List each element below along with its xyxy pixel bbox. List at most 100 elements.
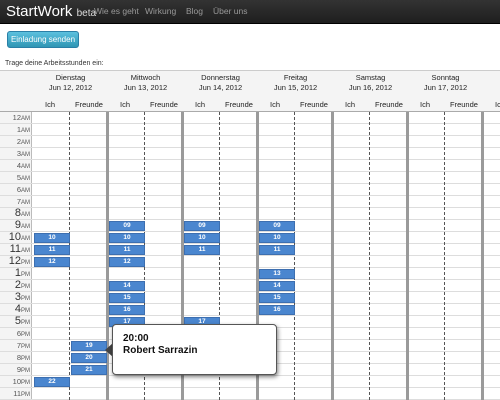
hour-label: 1AM [0,125,32,134]
booked-slot[interactable]: 16 [109,305,145,315]
day-header-date: Jun 13, 2012 [123,83,168,92]
top-navbar: StartWork beta Wie es geht Wirkung Blog … [0,0,500,24]
hour-label: 3AM [0,149,32,158]
column-label-friends: Freunde [450,100,478,109]
booked-slot[interactable]: 16 [259,305,295,315]
hour-row-line [0,375,500,376]
booked-slot[interactable]: 14 [259,281,295,291]
hour-ampm: PM [21,368,30,374]
column-label-friends: Freunde [150,100,178,109]
column-label-me: Ich [495,100,500,109]
hour-label: 11PM [0,389,32,398]
hour-number: 11 [9,243,21,255]
hour-label: 4PM [0,303,32,315]
booked-slot[interactable]: 10 [34,233,70,243]
nav-link-about[interactable]: Über uns [213,6,248,17]
hour-label: 10PM [0,377,32,386]
booked-slot[interactable]: 11 [259,245,295,255]
day-header-date: Jun 16, 2012 [348,83,393,92]
booked-slot[interactable]: 15 [259,293,295,303]
instructions-text: Trage deine Arbeitsstunden ein: [5,60,104,67]
booked-slot[interactable]: 09 [259,221,295,231]
booked-slot[interactable]: 10 [259,233,295,243]
column-label-friends: Freunde [375,100,403,109]
slot-tooltip: 20:00 Robert Sarrazin [112,324,277,375]
send-invite-button[interactable]: Einladung senden [7,31,79,48]
hour-ampm: PM [21,284,30,290]
sub-column-divider [294,112,295,400]
hour-ampm: PM [21,356,30,362]
day-header-date: Jun 15, 2012 [273,83,318,92]
hour-row-line [0,387,500,388]
booked-slot[interactable]: 15 [109,293,145,303]
brand-logo[interactable]: StartWork beta [6,3,96,22]
column-label-friends: Freunde [300,100,328,109]
booked-slot[interactable]: 11 [184,245,220,255]
hour-row-line [0,303,500,304]
hour-ampm: AM [21,224,30,230]
booked-slot[interactable]: 10 [184,233,220,243]
hour-row-line [0,219,500,220]
day-header-name: Mittwoch [130,73,161,82]
hour-ampm: AM [21,140,30,146]
hour-label: 5PM [0,315,32,327]
hour-ampm: AM [21,152,30,158]
booked-slot[interactable]: 22 [34,377,70,387]
booked-slot[interactable]: 14 [109,281,145,291]
booked-slot[interactable]: 12 [34,257,70,267]
day-divider [406,112,409,400]
day-header-name: Samstag [355,73,386,82]
hour-label: 11AM [0,243,32,255]
hour-row-line [0,183,500,184]
hour-row-line [0,243,500,244]
calendar-header: Dienstag Jun 12, 2012 Ich Freunde Mittwoch Ju… [0,70,500,112]
nav-link-blog[interactable]: Blog [186,6,203,17]
day-header-name: Dienstag [55,73,86,82]
sub-column-divider [69,112,70,400]
booked-slot[interactable]: 21 [71,365,107,375]
column-label-me: Ich [345,100,356,109]
hour-row-line [0,135,500,136]
booked-slot[interactable]: 20 [71,353,107,363]
column-label-me: Ich [45,100,56,109]
hour-row-line [0,207,500,208]
booked-slot[interactable]: 13 [259,269,295,279]
hour-label: 7AM [0,197,32,206]
day-divider [481,112,484,400]
booked-slot[interactable]: 10 [109,233,145,243]
booked-slot[interactable]: 19 [71,341,107,351]
booked-slot[interactable]: 12 [109,257,145,267]
booked-slot[interactable]: 09 [109,221,145,231]
hour-label: 9AM [0,219,32,231]
hour-ampm: AM [21,212,30,218]
day-header-date: Jun 17, 2012 [423,83,468,92]
day-header-date: Jun 12, 2012 [48,83,93,92]
hour-label: 4AM [0,161,32,170]
hour-ampm: PM [21,332,30,338]
brand-name: StartWork [6,3,73,20]
day-header-name: M [483,73,500,83]
column-label-friends: Freunde [225,100,253,109]
nav-link-impact[interactable]: Wirkung [145,6,176,17]
hour-ampm: PM [21,380,30,386]
day-header-date: Jun 14, 2012 [198,83,243,92]
hour-number: 11 [13,389,21,398]
nav-link-how-it-works[interactable]: Wie es geht [94,6,139,17]
booked-slot[interactable]: 11 [34,245,70,255]
hour-ampm: AM [21,248,30,254]
hour-label: 2PM [0,279,32,291]
hour-ampm: AM [21,176,30,182]
column-label-friends: Freunde [75,100,103,109]
hour-label: 12PM [0,255,32,267]
hour-label: 8PM [0,353,32,362]
column-label-me: Ich [420,100,431,109]
hour-number: 12 [12,113,21,122]
hour-label: 1PM [0,267,32,279]
hour-number: 10 [8,231,21,243]
hour-row-line [0,171,500,172]
booked-slot[interactable]: 11 [109,245,145,255]
hour-label: 7PM [0,341,32,350]
hour-ampm: PM [21,320,30,326]
booked-slot[interactable]: 09 [184,221,220,231]
hour-label: 6AM [0,185,32,194]
